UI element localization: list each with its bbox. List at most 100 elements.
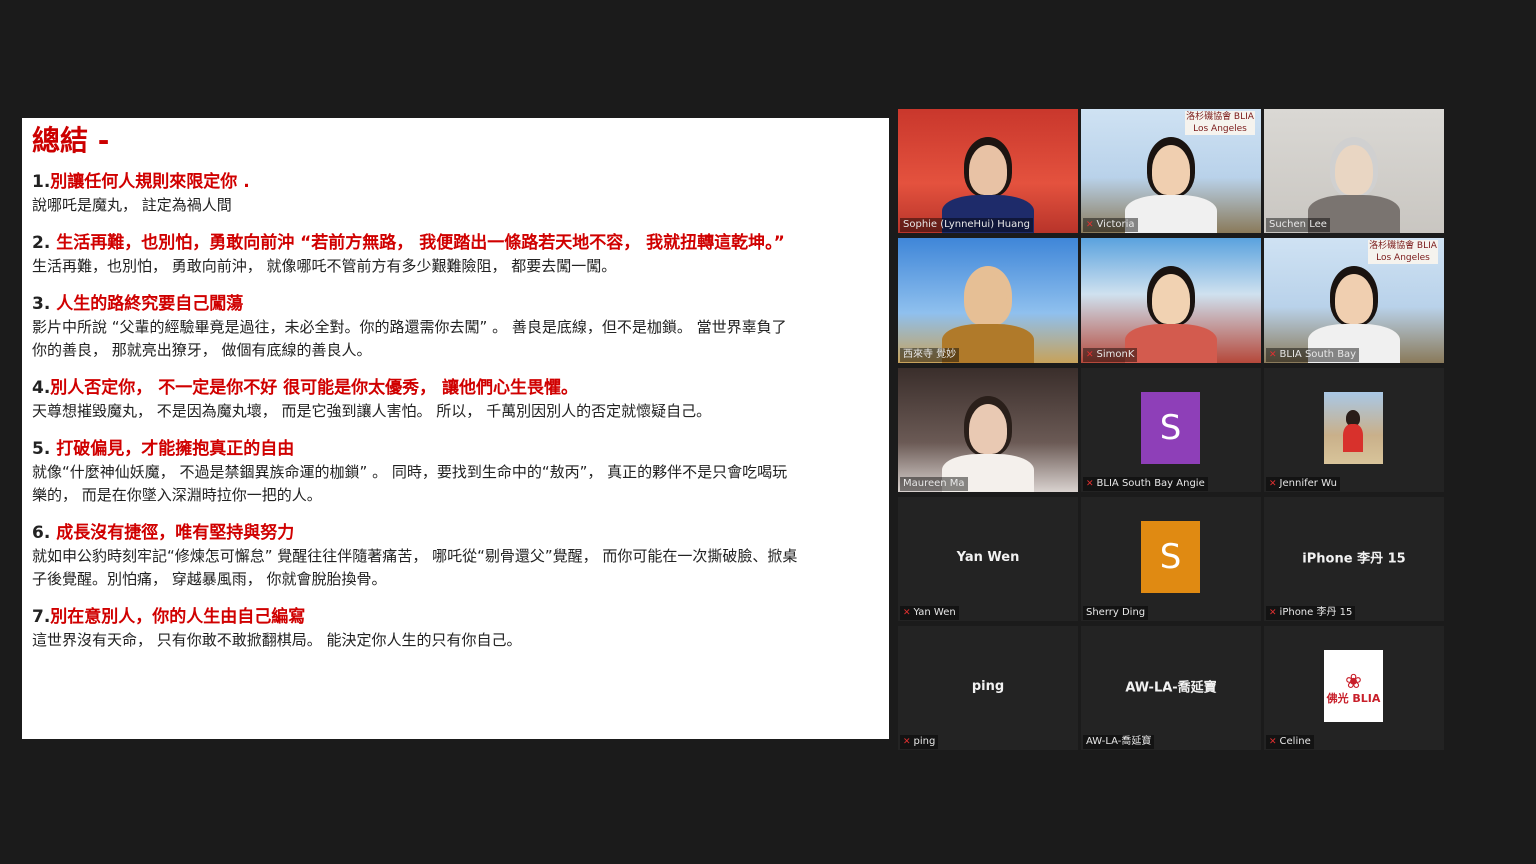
section-heading: 1.別讓任何人規則來限定你 .: [32, 170, 879, 194]
section-heading-text: 別在意別人，你的人生由自己編寫: [50, 607, 306, 627]
participant-tile[interactable]: 西來寺 覺妙: [898, 238, 1078, 363]
participant-name-label: ✕ ping: [900, 735, 939, 749]
slide-section: 3. 人生的路終究要自己闖蕩 影片中所說 “父輩的經驗畢竟是過往，未必全對。你的路…: [32, 292, 879, 362]
mic-muted-icon: ✕: [1269, 737, 1277, 747]
avatar: S: [1141, 392, 1200, 464]
section-body: 天尊想摧毀魔丸， 不是因為魔丸壞， 而是它強到讓人害怕。 所以， 千萬別因別人的…: [32, 402, 712, 420]
participant-name: ping: [913, 736, 936, 747]
participant-tile[interactable]: ping ✕ ping: [898, 626, 1078, 750]
participant-face: [969, 274, 1007, 324]
section-heading-text: 別讓任何人規則來限定你 .: [50, 172, 250, 192]
section-body: 這世界沒有天命， 只有你敢不敢掀翻棋局。 能決定你人生的只有你自己。: [32, 631, 522, 649]
section-body: 說哪吒是魔丸， 註定為禍人間: [32, 196, 232, 214]
participant-tile[interactable]: Yan Wen ✕ Yan Wen: [898, 497, 1078, 621]
section-number: 2.: [32, 233, 57, 253]
section-heading: 7.別在意別人，你的人生由自己編寫: [32, 605, 879, 629]
section-heading: 5. 打破偏見，才能擁抱真正的自由: [32, 437, 879, 461]
participant-name-label: Sophie (LynneHui) Huang: [900, 218, 1033, 232]
participant-name-label: AW-LA-喬延寶: [1083, 735, 1155, 749]
participant-name: Suchen Lee: [1269, 219, 1327, 230]
section-heading-text: 別人否定你， 不一定是你不好 很可能是你太優秀， 讓他們心生畏懼。: [50, 378, 579, 398]
participant-tile[interactable]: AW-LA-喬延寶 AW-LA-喬延寶: [1081, 626, 1261, 750]
participant-name: 西來寺 覺妙: [903, 349, 957, 360]
participant-name-label: Maureen Ma: [900, 477, 968, 491]
mic-muted-icon: ✕: [1086, 479, 1094, 489]
participant-name: AW-LA-喬延寶: [1086, 736, 1152, 747]
participant-tile[interactable]: 洛杉磯協會 BLIA Los Angeles ✕ BLIA South Bay: [1264, 238, 1444, 363]
participant-face: [1335, 145, 1373, 195]
slide-title: 總結 -: [32, 124, 110, 157]
participant-face: [1152, 145, 1190, 195]
participant-face: [969, 145, 1007, 195]
blia-logo: ❀ 佛光 BLIA: [1324, 650, 1383, 722]
section-body: 生活再難，也別怕， 勇敢向前沖， 就像哪吒不管前方有多少艱難險阻， 都要去闖一闖…: [32, 257, 617, 275]
section-heading: 3. 人生的路終究要自己闖蕩: [32, 292, 879, 316]
section-heading-text: 人生的路終究要自己闖蕩: [56, 294, 244, 314]
avatar: S: [1141, 521, 1200, 593]
participant-name: BLIA South Bay Angie: [1096, 478, 1205, 489]
participant-name-label: ✕ SimonK: [1083, 348, 1138, 362]
section-body: 就如申公豹時刻牢記“修煉怎可懈怠” 覺醒往往伴隨著痛苦， 哪吒從“剔骨還父”覺醒…: [32, 547, 798, 588]
section-number: 5.: [32, 439, 57, 459]
mic-muted-icon: ✕: [1269, 479, 1277, 489]
slide-section: 7.別在意別人，你的人生由自己編寫這世界沒有天命， 只有你敢不敢掀翻棋局。 能決…: [32, 605, 879, 652]
slide-section: 4.別人否定你， 不一定是你不好 很可能是你太優秀， 讓他們心生畏懼。天尊想摧毀…: [32, 376, 879, 423]
participant-display-name: Yan Wen: [956, 550, 1020, 565]
participant-display-name: ping: [971, 679, 1005, 694]
participant-name: BLIA South Bay: [1279, 349, 1357, 360]
section-number: 1.: [32, 172, 51, 192]
slide-section: 2. 生活再難，也別怕，勇敢向前沖 “若前方無路， 我便踏出一條路若天地不容， …: [32, 231, 879, 278]
participant-name: Sherry Ding: [1086, 607, 1146, 618]
section-number: 6.: [32, 523, 57, 543]
section-heading: 4.別人否定你， 不一定是你不好 很可能是你太優秀， 讓他們心生畏懼。: [32, 376, 879, 400]
lotus-icon: ❀: [1345, 669, 1362, 693]
section-number: 3.: [32, 294, 57, 314]
participant-tile[interactable]: S Sherry Ding: [1081, 497, 1261, 621]
participant-tile[interactable]: Sophie (LynneHui) Huang: [898, 109, 1078, 233]
section-heading-text: 生活再難，也別怕，勇敢向前沖 “若前方無路， 我便踏出一條路若天地不容， 我就扭…: [56, 233, 785, 253]
participant-name-label: ✕ Yan Wen: [900, 606, 959, 620]
participant-name-label: ✕ Victoria: [1083, 218, 1138, 232]
participant-tile[interactable]: ❀ 佛光 BLIA ✕ Celine: [1264, 626, 1444, 750]
logo-text: 佛光 BLIA: [1326, 692, 1381, 705]
section-heading: 6. 成長沒有捷徑，唯有堅持與努力: [32, 521, 879, 545]
participant-display-name: AW-LA-喬延寶: [1125, 680, 1217, 696]
participant-name-label: ✕ Jennifer Wu: [1266, 477, 1340, 491]
participant-face: [969, 404, 1007, 454]
participant-name-label: Suchen Lee: [1266, 218, 1330, 232]
participant-name-label: Sherry Ding: [1083, 606, 1149, 620]
mic-muted-icon: ✕: [903, 737, 911, 747]
participant-tile[interactable]: ✕ Jennifer Wu: [1264, 368, 1444, 492]
slide-section: 1.別讓任何人規則來限定你 . 說哪吒是魔丸， 註定為禍人間: [32, 170, 879, 217]
participant-torso: [1125, 195, 1217, 233]
mic-muted-icon: ✕: [1086, 220, 1094, 230]
profile-photo: [1324, 392, 1383, 464]
participant-tile[interactable]: 洛杉磯協會 BLIA Los Angeles ✕ Victoria: [1081, 109, 1261, 233]
participant-tile[interactable]: Suchen Lee: [1264, 109, 1444, 233]
participant-tile[interactable]: ✕ SimonK: [1081, 238, 1261, 363]
participant-display-name: iPhone 李丹 15: [1302, 551, 1406, 567]
mic-muted-icon: ✕: [1269, 608, 1277, 618]
participant-name-label: 西來寺 覺妙: [900, 348, 960, 362]
participant-tile[interactable]: S ✕ BLIA South Bay Angie: [1081, 368, 1261, 492]
participant-name-label: ✕ BLIA South Bay: [1266, 348, 1360, 362]
participant-name: iPhone 李丹 15: [1279, 607, 1353, 618]
slide-section: 5. 打破偏見，才能擁抱真正的自由 就像“什麼神仙妖魔， 不過是禁錮異族命運的枷鎖…: [32, 437, 879, 507]
participant-name: Jennifer Wu: [1279, 478, 1337, 489]
blia-banner: 洛杉磯協會 BLIA Los Angeles: [1368, 240, 1438, 264]
participant-name-label: ✕ Celine: [1266, 735, 1314, 749]
mic-muted-icon: ✕: [1269, 350, 1277, 360]
participant-name-label: ✕ BLIA South Bay Angie: [1083, 477, 1208, 491]
section-number: 4.: [32, 378, 51, 398]
mic-muted-icon: ✕: [903, 608, 911, 618]
participant-name: Victoria: [1096, 219, 1135, 230]
section-heading-text: 成長沒有捷徑，唯有堅持與努力: [56, 523, 295, 543]
participant-name: SimonK: [1096, 349, 1135, 360]
participant-name: Yan Wen: [913, 607, 956, 618]
participant-name: Maureen Ma: [903, 478, 965, 489]
participant-torso: [1125, 324, 1217, 363]
participant-tile[interactable]: Maureen Ma: [898, 368, 1078, 492]
participant-name-label: ✕ iPhone 李丹 15: [1266, 606, 1356, 620]
participant-tile[interactable]: iPhone 李丹 15 ✕ iPhone 李丹 15: [1264, 497, 1444, 621]
gallery-view: Sophie (LynneHui) Huang 洛杉磯協會 BLIA Los An…: [898, 109, 1444, 751]
